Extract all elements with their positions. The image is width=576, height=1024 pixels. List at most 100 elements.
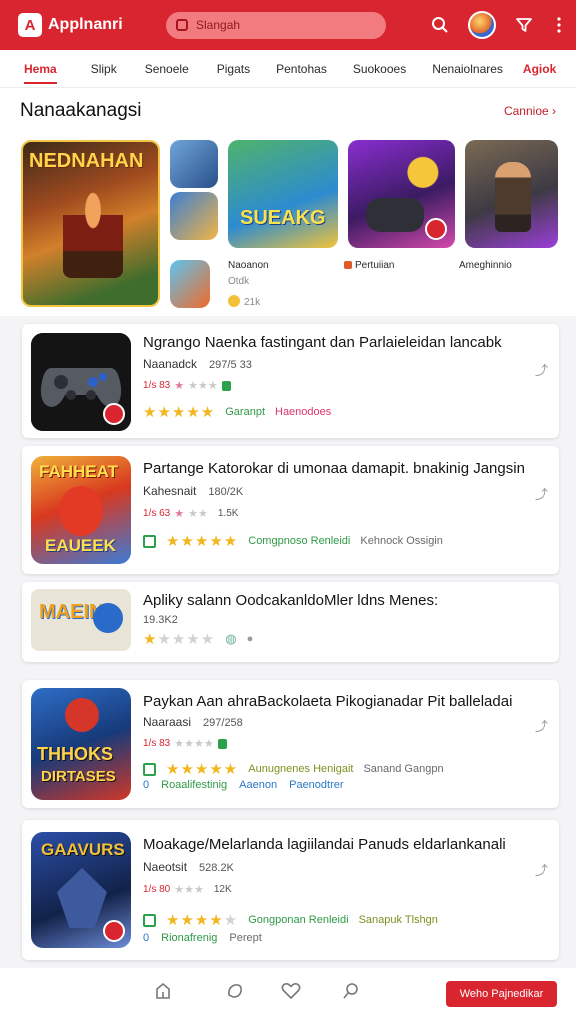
app-thumbnail: THHOKS DIRTASES (31, 688, 131, 800)
thumb-label: EAUEEK (45, 536, 116, 555)
app-thumbnail: MAEINO (31, 589, 131, 651)
share-icon[interactable]: ⤴ (535, 860, 549, 878)
app-developer: Kahesnait 180/2K (143, 484, 243, 498)
app-meta: 1/s 63 ★ ★★ 1.5K (143, 507, 238, 520)
search-bar[interactable] (166, 11, 386, 39)
gamepad-artwork (366, 198, 424, 232)
tab-pentohas[interactable]: Pentohas (266, 50, 337, 88)
tag-genre[interactable]: Garanpt (225, 406, 265, 418)
app-title: Ngrango Naenka fastingant dan Parlaielei… (143, 334, 502, 351)
app-count: 180/2K (208, 486, 244, 498)
thumb-label: FAHHEAT (39, 462, 119, 481)
tag-genre[interactable]: Rionafrenig (161, 932, 217, 944)
app-tags: ★★★★★ ◍ ● (143, 630, 253, 648)
explore-icon[interactable] (224, 980, 246, 1002)
primary-action-button[interactable]: Weho Pajnedikar (446, 981, 557, 1007)
rating-stars: ★★★★★ (166, 912, 239, 929)
robot-artwork (57, 868, 107, 928)
featured-tile-4[interactable] (465, 140, 558, 248)
category-tabs: Hema Slipk Senoele Pigats Pentohas Suoko… (0, 50, 576, 88)
big-tile-title: NEDNAHAN (29, 150, 144, 172)
app-title: Paykan Aan ahraBackolaeta Pikogianadar P… (143, 693, 513, 710)
tab-senoele[interactable]: Senoele (135, 50, 199, 88)
tile-caption: Naoanon (228, 260, 269, 271)
search-input[interactable] (196, 18, 366, 32)
app-tags-secondary: 0 Roaalifestinig Aaenon Paenodtrer (143, 779, 344, 791)
meta-value: 1/s 83 (143, 738, 171, 749)
list-item[interactable]: Ngrango Naenka fastingant dan Parlaielei… (22, 324, 559, 438)
avatar[interactable] (468, 11, 496, 39)
app-meta: 1/s 83 ★ ★★★ (143, 379, 231, 392)
share-icon[interactable]: ⤴ (535, 360, 549, 378)
rating-stars: ★★★★★ (166, 533, 239, 550)
tab-pigats[interactable]: Pigats (207, 50, 260, 88)
profile-icon[interactable] (340, 980, 362, 1002)
app-meta: 1/s 83 ★★★★ (143, 737, 227, 750)
review-count: 12K (213, 884, 232, 895)
featured-tile-3[interactable] (348, 140, 455, 248)
app-meta: 1/s 80 ★★★ 12K (143, 883, 232, 896)
more-vertical-icon[interactable] (552, 11, 566, 39)
app-name: Applnanri (48, 16, 123, 33)
heart-icon[interactable] (280, 980, 302, 1002)
section-title: Nanaakanagsi (20, 100, 142, 121)
share-icon[interactable]: ⤴ (535, 716, 549, 734)
tab-slipk[interactable]: Slipk (81, 50, 127, 88)
meta-value: 1/s 80 (143, 884, 171, 895)
verified-icon (143, 913, 156, 927)
tag-genre[interactable]: Roaalifestinig (161, 779, 227, 791)
list-item[interactable]: FAHHEAT EAUEEK Partange Katorokar di umo… (22, 446, 559, 574)
tag-genre[interactable]: Aunugnenes Henigait (248, 763, 353, 775)
tag-category[interactable]: Paenodtrer (289, 779, 343, 791)
app-developer: Naaraasi 297/258 (143, 715, 243, 729)
tab-home[interactable]: Hema (14, 50, 67, 88)
tag-category[interactable]: Sanapuk Tlshgn (359, 914, 438, 926)
rating-stars-empty: ★★★ (188, 380, 218, 392)
tag-category[interactable]: Perept (229, 932, 261, 944)
small-tile-1[interactable] (170, 140, 218, 188)
tile-caption-text: Pertuiian (355, 260, 395, 271)
tab-nenaiolnares[interactable]: Nenaiolnares (422, 50, 513, 88)
tag-genre[interactable]: Comgpnoso Renleidi (248, 535, 350, 547)
small-tile-2[interactable] (170, 192, 218, 240)
rating-star-icon: ★ (174, 380, 185, 392)
tab-agiok[interactable]: Agiok (513, 50, 566, 88)
verified-icon (143, 762, 156, 776)
lock-icon (221, 380, 231, 391)
share-icon[interactable]: ⤴ (535, 484, 549, 502)
filter-icon[interactable] (510, 11, 538, 39)
list-item[interactable]: THHOKS DIRTASES Paykan Aan ahraBackolaet… (22, 680, 559, 808)
search-icon[interactable] (426, 11, 454, 39)
tile-title: SUEAKG (240, 207, 326, 229)
app-title: Apliky salann OodcakanldoMler ldns Menes… (143, 592, 439, 609)
header-actions (426, 11, 566, 39)
featured-tile-2[interactable]: SUEAKG (228, 140, 338, 248)
featured-big-tile[interactable]: NEDNAHAN (21, 140, 160, 307)
home-icon[interactable] (152, 980, 174, 1002)
tile-sub-caption: Otdk (228, 276, 250, 287)
tile-count-value: 21k (244, 297, 261, 308)
see-more-link[interactable]: Cannioe › (504, 104, 556, 118)
app-logo[interactable]: A Applnanri (18, 13, 166, 37)
app-developer: Naanadck 297/5 33 (143, 357, 252, 371)
tag-category[interactable]: Kehnock Ossigin (360, 535, 443, 547)
verified-icon (143, 534, 156, 548)
tab-suokooes[interactable]: Suokooes (343, 50, 416, 88)
app-developer: Naeotsit 528.2K (143, 860, 234, 874)
developer-name: Naanadck (143, 357, 198, 371)
app-thumbnail: GAAVURS (31, 832, 131, 948)
app-count: 528.2K (199, 862, 234, 874)
review-count: 1.5K (217, 508, 239, 519)
tag-category[interactable]: Aaenon (239, 779, 277, 791)
badge-icon (103, 403, 125, 425)
list-item[interactable]: GAAVURS Moakage/Melarlanda lagiilandai P… (22, 820, 559, 960)
tag-category[interactable]: Sanand Gangpn (363, 763, 443, 775)
tag-genre[interactable]: Gongponan Renleidi (248, 914, 348, 926)
rating-stars-empty: ★★★★ (174, 738, 214, 750)
tag-category[interactable]: Haenodoes (275, 406, 331, 418)
list-item[interactable]: MAEINO Apliky salann OodcakanldoMler ldn… (22, 582, 559, 662)
app-title: Partange Katorokar di umonaa damapit. bn… (143, 460, 525, 477)
developer-name: Naeotsit (143, 860, 188, 874)
small-tile-3[interactable] (170, 260, 210, 308)
dice-artwork (93, 603, 123, 633)
